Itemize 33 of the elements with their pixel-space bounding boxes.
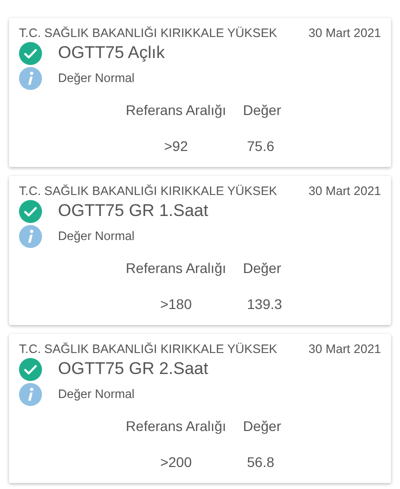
column-header: Değer (242, 102, 282, 118)
test-name: OGTT75 Açlık (58, 43, 165, 63)
status-text: Değer Normal (58, 387, 135, 401)
result-date: 30 Mart 2021 (308, 26, 381, 40)
reference-range: >180 (159, 296, 193, 312)
column-header: Referans Aralığı (124, 260, 228, 276)
check-icon (19, 200, 42, 222)
reference-range: >200 (159, 454, 193, 470)
test-name: OGTT75 GR 2.Saat (58, 359, 208, 379)
institution-name: T.C. SAĞLIK BAKANLIĞI KIRIKKALE YÜKSEK (19, 342, 278, 356)
result-date: 30 Mart 2021 (308, 184, 381, 198)
column-header: Değer (242, 260, 282, 276)
institution-name: T.C. SAĞLIK BAKANLIĞI KIRIKKALE YÜKSEK (19, 184, 278, 198)
info-icon (19, 382, 42, 406)
result-card[interactable]: T.C. SAĞLIK BAKANLIĞI KIRIKKALE YÜKSEK 30 Mart 2021 OGTT75 GR 2.Saat Değer Normal Referans Aralığı Değer >200 56.8 (9, 334, 391, 483)
institution-name: T.C. SAĞLIK BAKANLIĞI KIRIKKALE YÜKSEK (19, 26, 278, 40)
result-value: 75.6 (246, 138, 276, 154)
status-text: Değer Normal (58, 71, 135, 85)
result-card[interactable]: T.C. SAĞLIK BAKANLIĞI KIRIKKALE YÜKSEK 30 Mart 2021 OGTT75 Açlık Değer Normal Referans Aralığı Değer >92 75.6 (9, 18, 391, 167)
info-icon (19, 66, 42, 90)
result-value: 56.8 (246, 454, 276, 470)
check-icon (19, 42, 42, 64)
check-icon (19, 358, 42, 380)
column-header: Referans Aralığı (124, 102, 228, 118)
status-text: Değer Normal (58, 229, 135, 243)
column-header: Referans Aralığı (124, 418, 228, 434)
column-header: Değer (242, 418, 282, 434)
reference-range: >92 (163, 138, 189, 154)
result-value: 139.3 (246, 296, 284, 312)
result-date: 30 Mart 2021 (308, 342, 381, 356)
test-name: OGTT75 GR 1.Saat (58, 201, 208, 221)
result-card[interactable]: T.C. SAĞLIK BAKANLIĞI KIRIKKALE YÜKSEK 30 Mart 2021 OGTT75 GR 1.Saat Değer Normal Referans Aralığı Değer >180 139.3 (9, 176, 391, 325)
info-icon (19, 224, 42, 248)
